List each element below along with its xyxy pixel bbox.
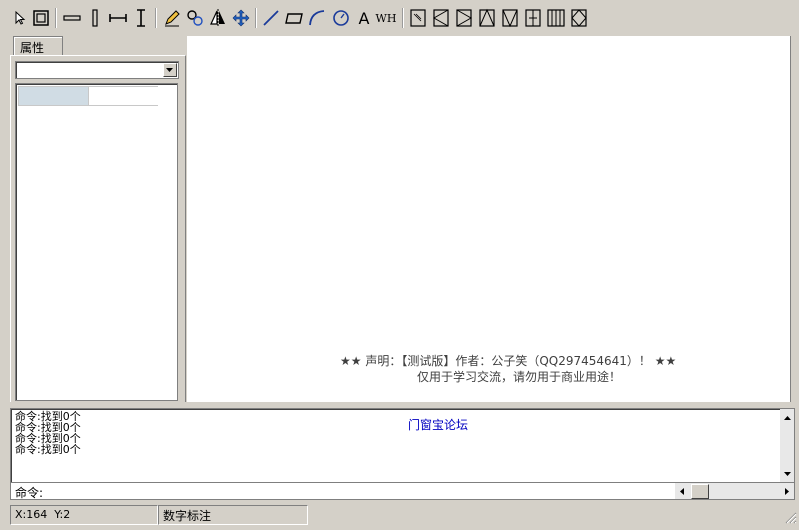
- hatch-panel-icon: [410, 9, 426, 27]
- tab-properties-label: 属性: [20, 41, 45, 55]
- scroll-left-button[interactable]: [675, 484, 689, 498]
- line-button[interactable]: [261, 8, 281, 28]
- scroll-down-button[interactable]: [780, 467, 794, 481]
- split-panel-button[interactable]: [523, 8, 543, 28]
- right-triangle-panel-button[interactable]: [454, 8, 474, 28]
- right-triangle-panel-icon: [456, 9, 473, 27]
- property-name-cell[interactable]: [19, 87, 88, 105]
- disclaimer-line-2: 仅用于学习交流，请勿用于商业用途！: [417, 370, 622, 384]
- command-input[interactable]: 命令:: [10, 482, 795, 500]
- drawing-canvas[interactable]: ★★ 声明：【测试版】作者：公子笑（QQ297454641）！ ★★ 仅用于学习…: [187, 36, 790, 402]
- disclaimer-line-1: ★★ 声明：【测试版】作者：公子笑（QQ297454641）！ ★★: [340, 354, 677, 368]
- resize-grip-icon[interactable]: [785, 512, 797, 524]
- circle-icon: [333, 10, 349, 26]
- horizontal-dimension-icon: [109, 14, 127, 22]
- vertical-bar-icon: [92, 9, 98, 27]
- command-history-line: 命令:找到0个: [15, 443, 81, 456]
- horizontal-dimension-button[interactable]: [108, 8, 128, 28]
- select-tool-button[interactable]: [9, 8, 29, 28]
- chevron-up-icon: [783, 416, 791, 420]
- mirror-icon: [210, 9, 225, 26]
- chevron-right-icon: [785, 487, 789, 495]
- link-icon: [187, 10, 203, 26]
- arc-icon: [309, 10, 325, 26]
- window-frame-button[interactable]: [31, 8, 51, 28]
- scrollbar-thumb[interactable]: [691, 484, 709, 499]
- text-button[interactable]: A: [354, 8, 374, 28]
- pencil-button[interactable]: [162, 8, 182, 28]
- horizontal-bar-button[interactable]: [62, 8, 82, 28]
- property-grid-row[interactable]: [18, 86, 158, 106]
- move-button[interactable]: [231, 8, 251, 28]
- down-triangle-panel-button[interactable]: [500, 8, 520, 28]
- toolbar: A WH: [0, 0, 799, 36]
- grid-panel-button[interactable]: [546, 8, 566, 28]
- forum-link[interactable]: 门窗宝论坛: [408, 416, 468, 433]
- text-icon: A: [358, 8, 370, 28]
- chevron-down-icon: [166, 67, 173, 72]
- status-coords-pane: X:164 Y:2: [10, 505, 158, 525]
- tab-properties[interactable]: 属性: [13, 36, 63, 56]
- property-grid[interactable]: [15, 83, 178, 401]
- circle-button[interactable]: [331, 8, 351, 28]
- wh-size-button[interactable]: WH: [375, 8, 397, 28]
- pencil-icon: [165, 10, 180, 27]
- command-history-scrollbar[interactable]: [780, 409, 794, 483]
- link-button[interactable]: [185, 8, 205, 28]
- status-coords: X:164 Y:2: [15, 508, 71, 521]
- up-triangle-panel-icon: [479, 8, 495, 27]
- left-triangle-panel-button[interactable]: [431, 8, 451, 28]
- window-frame-icon: [33, 10, 49, 26]
- rectangle-icon: [285, 13, 303, 24]
- status-bar: X:164 Y:2 数字标注: [0, 503, 799, 530]
- rectangle-button[interactable]: [284, 8, 304, 28]
- object-select-dropdown-button[interactable]: [163, 63, 177, 77]
- scroll-right-button[interactable]: [780, 484, 794, 498]
- properties-panel: 属性: [10, 36, 186, 402]
- vertical-dimension-icon: [137, 9, 145, 27]
- chevron-down-icon: [783, 472, 791, 476]
- up-triangle-panel-button[interactable]: [477, 8, 497, 28]
- command-horizontal-scrollbar[interactable]: [675, 483, 794, 499]
- scroll-up-button[interactable]: [780, 411, 794, 425]
- diamond-panel-icon: [571, 9, 587, 27]
- command-history[interactable]: 命令:找到0个 命令:找到0个 命令:找到0个 命令:找到0个 门窗宝论坛: [10, 408, 795, 484]
- canvas-right-edge: [790, 36, 799, 402]
- status-mode-pane: 数字标注: [158, 505, 308, 525]
- property-value-cell[interactable]: [88, 87, 158, 105]
- status-mode: 数字标注: [163, 509, 212, 523]
- command-history-lines: 命令:找到0个 命令:找到0个 命令:找到0个 命令:找到0个: [15, 411, 81, 455]
- move-icon: [232, 9, 250, 27]
- vertical-bar-button[interactable]: [85, 8, 105, 28]
- object-select[interactable]: [15, 61, 179, 79]
- split-panel-icon: [525, 9, 541, 27]
- select-arrow-icon: [15, 10, 26, 25]
- down-triangle-panel-icon: [502, 9, 518, 28]
- hatch-panel-button[interactable]: [408, 8, 428, 28]
- horizontal-bar-icon: [63, 15, 81, 21]
- line-icon: [263, 10, 279, 26]
- diamond-panel-button[interactable]: [569, 8, 589, 28]
- command-prompt-label: 命令:: [15, 486, 44, 500]
- wh-size-icon: WH: [375, 11, 397, 25]
- vertical-dimension-button[interactable]: [131, 8, 151, 28]
- arc-button[interactable]: [307, 8, 327, 28]
- left-triangle-panel-icon: [432, 9, 449, 27]
- chevron-left-icon: [680, 487, 684, 495]
- grid-panel-icon: [547, 9, 565, 27]
- mirror-button[interactable]: [208, 8, 228, 28]
